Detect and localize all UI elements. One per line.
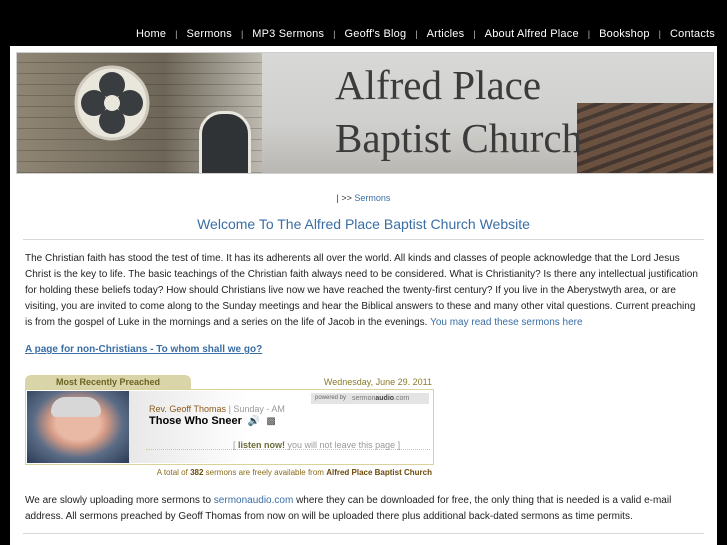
speaker-event: | Sunday - AM	[228, 404, 285, 414]
nav-bookshop[interactable]: Bookshop	[599, 28, 650, 40]
sermon-date: Wednesday, June 29. 2011	[323, 377, 432, 387]
nav-mp3-sermons[interactable]: MP3 Sermons	[252, 28, 324, 40]
nav-about[interactable]: About Alfred Place	[485, 28, 579, 40]
preacher-photo-hair	[51, 397, 101, 417]
banner-arched-window	[199, 111, 251, 173]
total-church-link[interactable]: Alfred Place Baptist Church	[326, 468, 432, 477]
site-title-line2: Baptist Church	[335, 115, 583, 161]
page: Home | Sermons | MP3 Sermons | Geoff's B…	[10, 0, 717, 545]
rose-window-icon	[74, 65, 150, 141]
sermon-title-row: Those Who Sneer 🔊 ▩	[149, 415, 276, 427]
nav-contacts[interactable]: Contacts	[670, 28, 715, 40]
upload-text-before: We are slowly uploading more sermons to	[25, 495, 212, 506]
sermon-widget-tab: Most Recently Preached	[25, 375, 191, 389]
listen-bracket-close: ]	[397, 440, 401, 450]
listen-now-link[interactable]: listen now!	[238, 440, 285, 450]
nav-separator: |	[415, 29, 418, 39]
header-banner: Alfred Place Baptist Church	[16, 52, 714, 174]
nav-home[interactable]: Home	[136, 28, 166, 40]
intro-text: The Christian faith has stood the test o…	[25, 253, 698, 328]
breadcrumb: | >> Sermons	[10, 193, 717, 203]
nav-articles[interactable]: Articles	[427, 28, 465, 40]
nav-sermons[interactable]: Sermons	[187, 28, 232, 40]
divider	[23, 533, 704, 534]
listen-now: [ listen now! you will not leave this pa…	[233, 440, 400, 450]
nav-separator: |	[240, 29, 244, 39]
breadcrumb-prefix: | >>	[336, 193, 352, 203]
nav-separator: |	[175, 29, 178, 39]
total-prefix: A total of	[156, 468, 188, 477]
preacher-photo	[27, 391, 129, 463]
divider	[23, 239, 704, 240]
speaker-name[interactable]: Rev. Geoff Thomas	[149, 404, 226, 414]
sermon-speaker[interactable]: Rev. Geoff Thomas | Sunday - AM	[149, 404, 285, 414]
powered-by-brand: sermonaudio.com	[352, 395, 410, 402]
sermon-widget: powered by sermonaudio.com Rev. Geoff Th…	[25, 389, 434, 465]
nav-separator: |	[658, 29, 661, 39]
site-title-line1: Alfred Place	[335, 62, 542, 108]
powered-by-label: powered by	[315, 395, 347, 401]
nav-separator: |	[333, 29, 336, 39]
nav-separator: |	[473, 29, 476, 39]
main-nav: Home | Sermons | MP3 Sermons | Geoff's B…	[136, 25, 715, 43]
nav-separator: |	[587, 29, 591, 39]
sermon-title[interactable]: Those Who Sneer	[149, 415, 242, 427]
download-icon[interactable]: ▩	[266, 416, 275, 427]
site-title: Alfred Place Baptist Church	[335, 59, 635, 165]
top-bar: Home | Sermons | MP3 Sermons | Geoff's B…	[10, 0, 717, 46]
sermon-widget-fade	[129, 391, 249, 463]
listen-note: you will not leave this page	[287, 440, 396, 450]
total-mid: sermons are freely available from	[205, 468, 324, 477]
breadcrumb-sermons-link[interactable]: Sermons	[354, 193, 390, 203]
sermonaudio-link[interactable]: sermonaudio.com	[214, 495, 293, 506]
listen-bracket-open: [	[233, 440, 236, 450]
page-title: Welcome To The Alfred Place Baptist Chur…	[197, 216, 530, 232]
upload-paragraph: We are slowly uploading more sermons to …	[25, 493, 703, 525]
nav-blog[interactable]: Geoff's Blog	[345, 28, 407, 40]
speaker-audio-icon[interactable]: 🔊	[248, 416, 260, 427]
total-count: 382	[190, 468, 204, 477]
read-sermons-link[interactable]: You may read these sermons here	[430, 317, 583, 328]
intro-paragraph: The Christian faith has stood the test o…	[25, 251, 703, 331]
powered-by-badge[interactable]: powered by sermonaudio.com	[311, 393, 429, 404]
sermon-total: A total of 382 sermons are freely availa…	[25, 468, 432, 477]
non-christians-link[interactable]: A page for non-Christians - To whom shal…	[25, 344, 262, 355]
